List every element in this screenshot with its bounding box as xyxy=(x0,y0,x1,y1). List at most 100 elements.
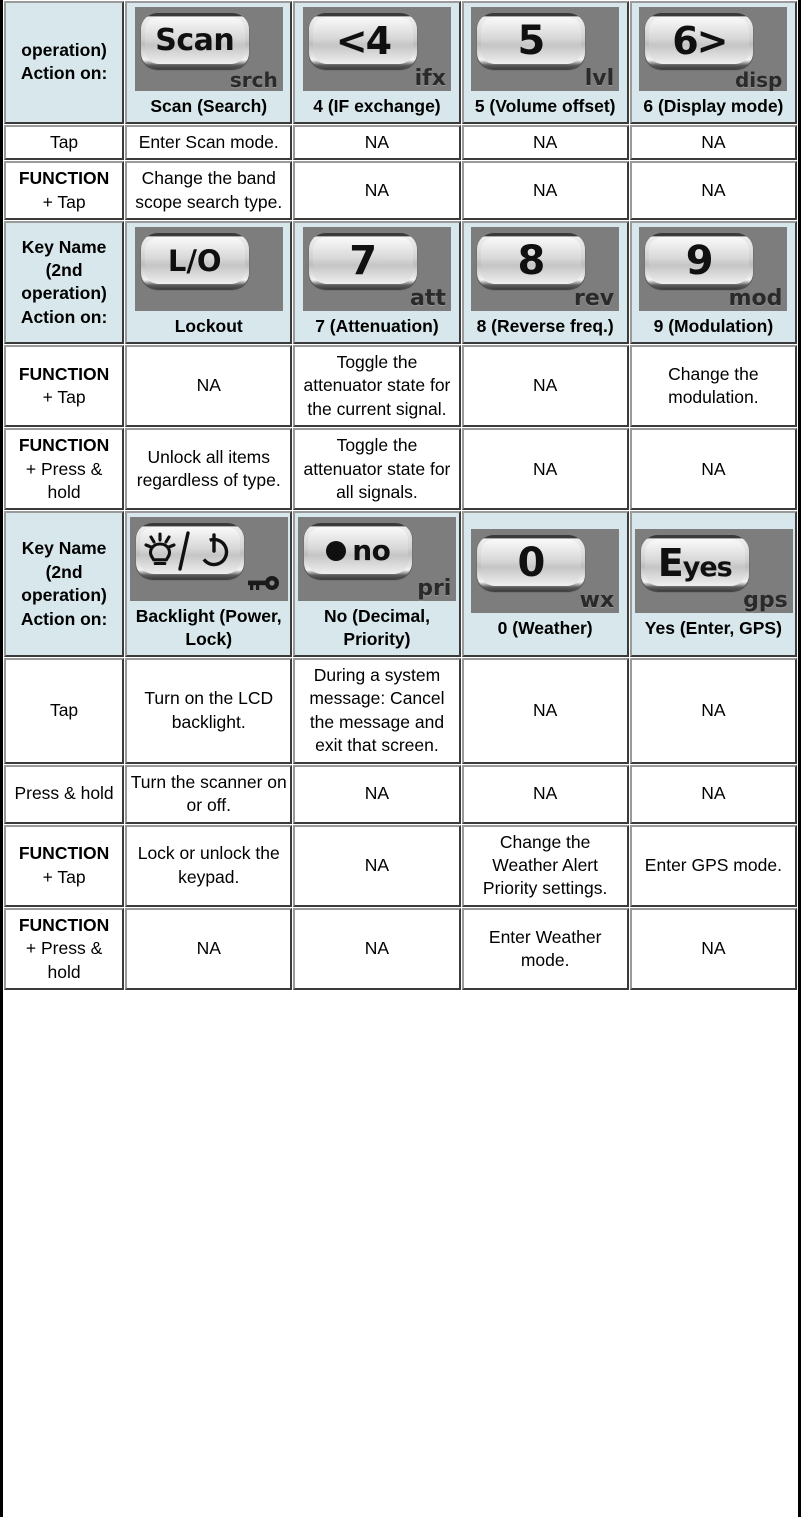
action-description-cell: NA xyxy=(461,124,629,161)
zero-key: 0 wx xyxy=(471,528,620,613)
key-secondary-label: disp xyxy=(734,68,783,91)
key-header-cell: 7 att 7 (Attenuation) xyxy=(293,221,461,344)
action-label-cell: FUNCTION + Tap xyxy=(4,161,125,221)
action-description-cell: NA xyxy=(461,161,629,221)
table-row: FUNCTION + Tap NA Toggle the attenuator sta… xyxy=(4,344,797,428)
key-name-label: 6 (Display mode) xyxy=(643,96,784,116)
key-name-label: 8 (Reverse freq.) xyxy=(476,316,614,337)
no-key: no pri xyxy=(298,517,457,602)
action-description-cell: NA xyxy=(293,764,461,824)
action-description-cell: NA xyxy=(629,764,797,824)
key-secondary-label: mod xyxy=(728,286,783,312)
section-header-row: operation) Action on: Scan srch Scan (Search… xyxy=(4,1,797,124)
header-label-line: operation) xyxy=(21,585,107,606)
key-cap-face: 5 xyxy=(517,18,545,64)
key-cap-face: Eyes xyxy=(657,540,733,585)
action-description-cell: Enter Scan mode. xyxy=(125,124,293,161)
key-cap: 0 xyxy=(477,534,586,591)
key-header-cell: 5 lvl 5 (Volume offset) xyxy=(461,1,629,124)
key-cap: L/O xyxy=(140,233,249,290)
key-cap: 9 xyxy=(645,233,754,290)
action-description-cell: NA xyxy=(629,428,797,511)
key-cap-face: 9 xyxy=(685,238,714,285)
action-description-cell: NA xyxy=(293,161,461,221)
action-label-cell: Tap xyxy=(4,657,125,764)
action-gesture: + Press & hold xyxy=(25,458,103,502)
key-operations-table: operation) Action on: Scan srch Scan (Search… xyxy=(3,0,798,991)
key-cap-face: Scan xyxy=(155,23,235,58)
backlight-power-key xyxy=(130,517,289,602)
key-name-label: Scan (Search) xyxy=(150,96,268,116)
key-name-label: No (Decimal, Priority) xyxy=(323,606,430,650)
action-gesture: + Press & hold xyxy=(25,938,103,982)
action-description-cell: NA xyxy=(125,907,293,991)
key-secondary-label: rev xyxy=(574,286,615,312)
key-name-label: Backlight (Power, Lock) xyxy=(135,606,282,650)
action-description-cell: NA xyxy=(461,657,629,764)
action-gesture: + Tap xyxy=(42,191,86,212)
key-secondary-label: wx xyxy=(579,587,615,613)
key-secondary-label: lvl xyxy=(584,66,615,91)
yes-key: Eyes gps xyxy=(634,528,793,613)
action-description-cell: Enter Weather mode. xyxy=(461,907,629,991)
key-header-cell: 6> disp 6 (Display mode) xyxy=(629,1,797,124)
action-description-cell: Change the Weather Alert Priority settin… xyxy=(461,824,629,907)
action-modifier: FUNCTION xyxy=(18,363,110,384)
key-header-cell: 9 mod 9 (Modulation) xyxy=(629,221,797,344)
key-header-cell: <4 ifx 4 (IF exchange) xyxy=(293,1,461,124)
action-modifier: FUNCTION xyxy=(18,435,110,456)
key-cap: Eyes xyxy=(640,534,749,591)
action-description-cell: NA xyxy=(629,124,797,161)
key-name-label: 4 (IF exchange) xyxy=(313,96,441,116)
action-description-cell: Toggle the attenuator state for all sign… xyxy=(293,428,461,511)
action-modifier: FUNCTION xyxy=(18,914,110,935)
section-header-row: Key Name (2nd operation) Action on: Backligh… xyxy=(4,511,797,657)
action-label-cell: FUNCTION + Tap xyxy=(4,824,125,907)
header-label-line: Key Name xyxy=(21,236,107,257)
backlight-power-glyph xyxy=(144,531,236,572)
action-description-cell: NA xyxy=(461,764,629,824)
action-description-cell: Toggle the attenuator state for the curr… xyxy=(293,344,461,428)
scan-key: Scan srch xyxy=(134,7,283,91)
table-row: Tap Turn on the LCD backlight. During a sy… xyxy=(4,657,797,764)
header-label-line: operation) xyxy=(21,283,107,304)
action-description-cell: NA xyxy=(293,824,461,907)
header-label-line: Action on: xyxy=(20,608,108,629)
key-name-label: 9 (Modulation) xyxy=(653,316,774,337)
four-key: <4 ifx xyxy=(302,7,451,91)
key-name-label: 5 (Volume offset) xyxy=(474,96,616,116)
six-key: 6> disp xyxy=(639,7,788,91)
action-description-cell: Unlock all items regardless of type. xyxy=(125,428,293,511)
action-description-cell: NA xyxy=(461,428,629,511)
action-description-cell: Enter GPS mode. xyxy=(629,824,797,907)
key-secondary-label: ifx xyxy=(414,66,446,91)
key-header-cell: Scan srch Scan (Search) xyxy=(125,1,293,124)
key-cap: 7 xyxy=(308,233,417,290)
key-cap-face: 7 xyxy=(349,238,377,285)
key-cap-face: 0 xyxy=(517,539,545,586)
nine-key: 9 mod xyxy=(639,227,788,312)
action-description-cell: Turn the scanner on or off. xyxy=(125,764,293,824)
key-cap-face: <4 xyxy=(335,19,392,63)
action-gesture: Press & hold xyxy=(14,783,114,804)
five-key: 5 lvl xyxy=(471,7,620,91)
action-gesture: Tap xyxy=(49,131,79,152)
action-modifier: FUNCTION xyxy=(18,843,110,864)
header-label-line: Key Name xyxy=(21,538,107,559)
action-description-cell: During a system message: Cancel the mess… xyxy=(293,657,461,764)
action-description-cell: NA xyxy=(125,344,293,428)
table-row: Press & hold Turn the scanner on or off. N… xyxy=(4,764,797,824)
header-label-line: Action on: xyxy=(20,63,108,84)
key-cap xyxy=(136,523,245,580)
action-description-cell: Change the modulation. xyxy=(629,344,797,428)
key-name-label: Lockout xyxy=(174,316,243,337)
table-row: FUNCTION + Press & hold NA NA Enter Weather … xyxy=(4,907,797,991)
eight-key: 8 rev xyxy=(471,227,620,312)
key-header-cell: no pri No (Decimal, Priority) xyxy=(293,511,461,657)
action-label-cell: FUNCTION + Press & hold xyxy=(4,907,125,991)
key-header-cell: L/O Lockout xyxy=(125,221,293,344)
action-description-cell: Turn on the LCD backlight. xyxy=(125,657,293,764)
action-description-cell: NA xyxy=(629,907,797,991)
header-row-label: Key Name (2nd operation) Action on: xyxy=(4,511,125,657)
seven-key: 7 att xyxy=(302,227,451,312)
